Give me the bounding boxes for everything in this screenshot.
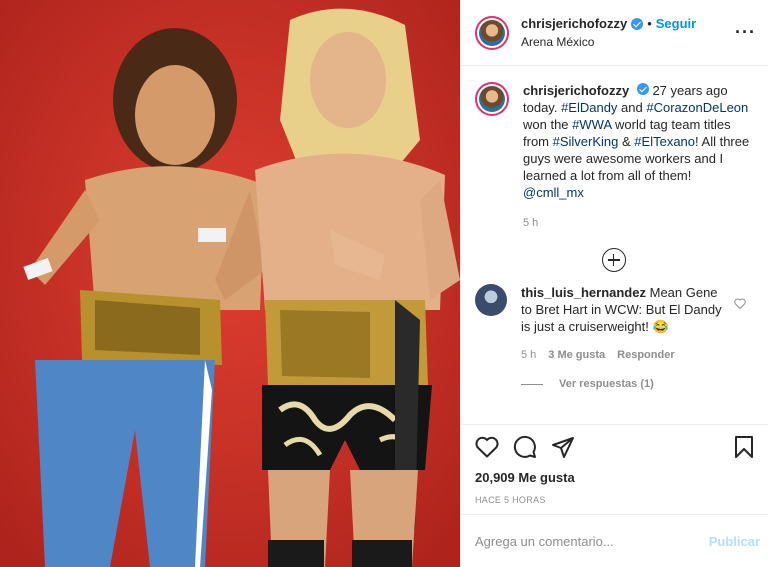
post-side-panel: chrisjerichofozzy • Seguir Arena México … xyxy=(460,0,768,567)
post-photo[interactable] xyxy=(0,0,460,567)
post-caption: chrisjerichofozzy 27 years ago today. #E… xyxy=(475,82,752,232)
replies-divider xyxy=(521,383,543,385)
author-avatar[interactable] xyxy=(475,15,509,50)
post-location[interactable]: Arena México xyxy=(521,35,735,49)
reply-button[interactable]: Responder xyxy=(617,347,674,364)
caption-text: chrisjerichofozzy 27 years ago today. #E… xyxy=(523,82,751,232)
post-actions: 20,909 Me gusta HACE 5 HORAS xyxy=(461,424,768,514)
caption-hashtag-link[interactable]: #WWA xyxy=(572,117,611,132)
caption-text-segment: & xyxy=(618,134,635,149)
separator-dot: • xyxy=(647,16,652,31)
likes-count[interactable]: 20,909 Me gusta xyxy=(475,470,754,485)
commenter-username[interactable]: this_luis_hernandez xyxy=(521,285,646,300)
author-username[interactable]: chrisjerichofozzy xyxy=(521,16,627,31)
add-comment-bar: Publicar xyxy=(461,514,768,567)
commenter-avatar[interactable] xyxy=(475,284,507,316)
caption-text-segment: and xyxy=(617,100,647,115)
caption-username[interactable]: chrisjerichofozzy xyxy=(523,83,629,98)
comment-item: this_luis_hernandez Mean Gene to Bret Ha… xyxy=(475,284,752,364)
comment-icon[interactable] xyxy=(513,435,537,462)
caption-time[interactable]: 5 h xyxy=(523,215,751,232)
publish-button[interactable]: Publicar xyxy=(709,534,760,549)
caption-hashtag-link[interactable]: @cmll_mx xyxy=(523,185,584,200)
share-icon[interactable] xyxy=(551,435,575,462)
verified-badge-icon xyxy=(631,17,644,30)
post-header: chrisjerichofozzy • Seguir Arena México … xyxy=(461,0,768,66)
heart-icon[interactable] xyxy=(475,436,499,461)
comments-section: chrisjerichofozzy 27 years ago today. #E… xyxy=(461,66,768,424)
load-more-comments-icon[interactable] xyxy=(601,248,626,272)
follow-button[interactable]: Seguir xyxy=(656,16,696,31)
comment-likes[interactable]: 3 Me gusta xyxy=(548,347,605,364)
post-timestamp[interactable]: HACE 5 HORAS xyxy=(475,495,754,505)
ellipsis-icon[interactable]: ··· xyxy=(735,22,756,43)
bookmark-icon[interactable] xyxy=(734,435,754,462)
caption-hashtag-link[interactable]: #CorazonDeLeon xyxy=(646,100,748,115)
view-replies-button[interactable]: Ver respuestas (1) xyxy=(521,378,752,390)
caption-author-avatar[interactable] xyxy=(475,82,509,116)
comment-time[interactable]: 5 h xyxy=(521,347,536,364)
view-replies-label: Ver respuestas (1) xyxy=(559,378,654,390)
comment-input[interactable] xyxy=(475,533,709,549)
like-comment-icon[interactable] xyxy=(734,298,746,309)
caption-hashtag-link[interactable]: #ElDandy xyxy=(561,100,617,115)
wrestlers-photo xyxy=(0,0,460,567)
caption-hashtag-link[interactable]: #SilverKing xyxy=(553,134,619,149)
verified-badge-icon xyxy=(636,83,649,95)
caption-hashtag-link[interactable]: #ElTexano xyxy=(634,134,695,149)
caption-text-segment: won the xyxy=(523,117,573,132)
